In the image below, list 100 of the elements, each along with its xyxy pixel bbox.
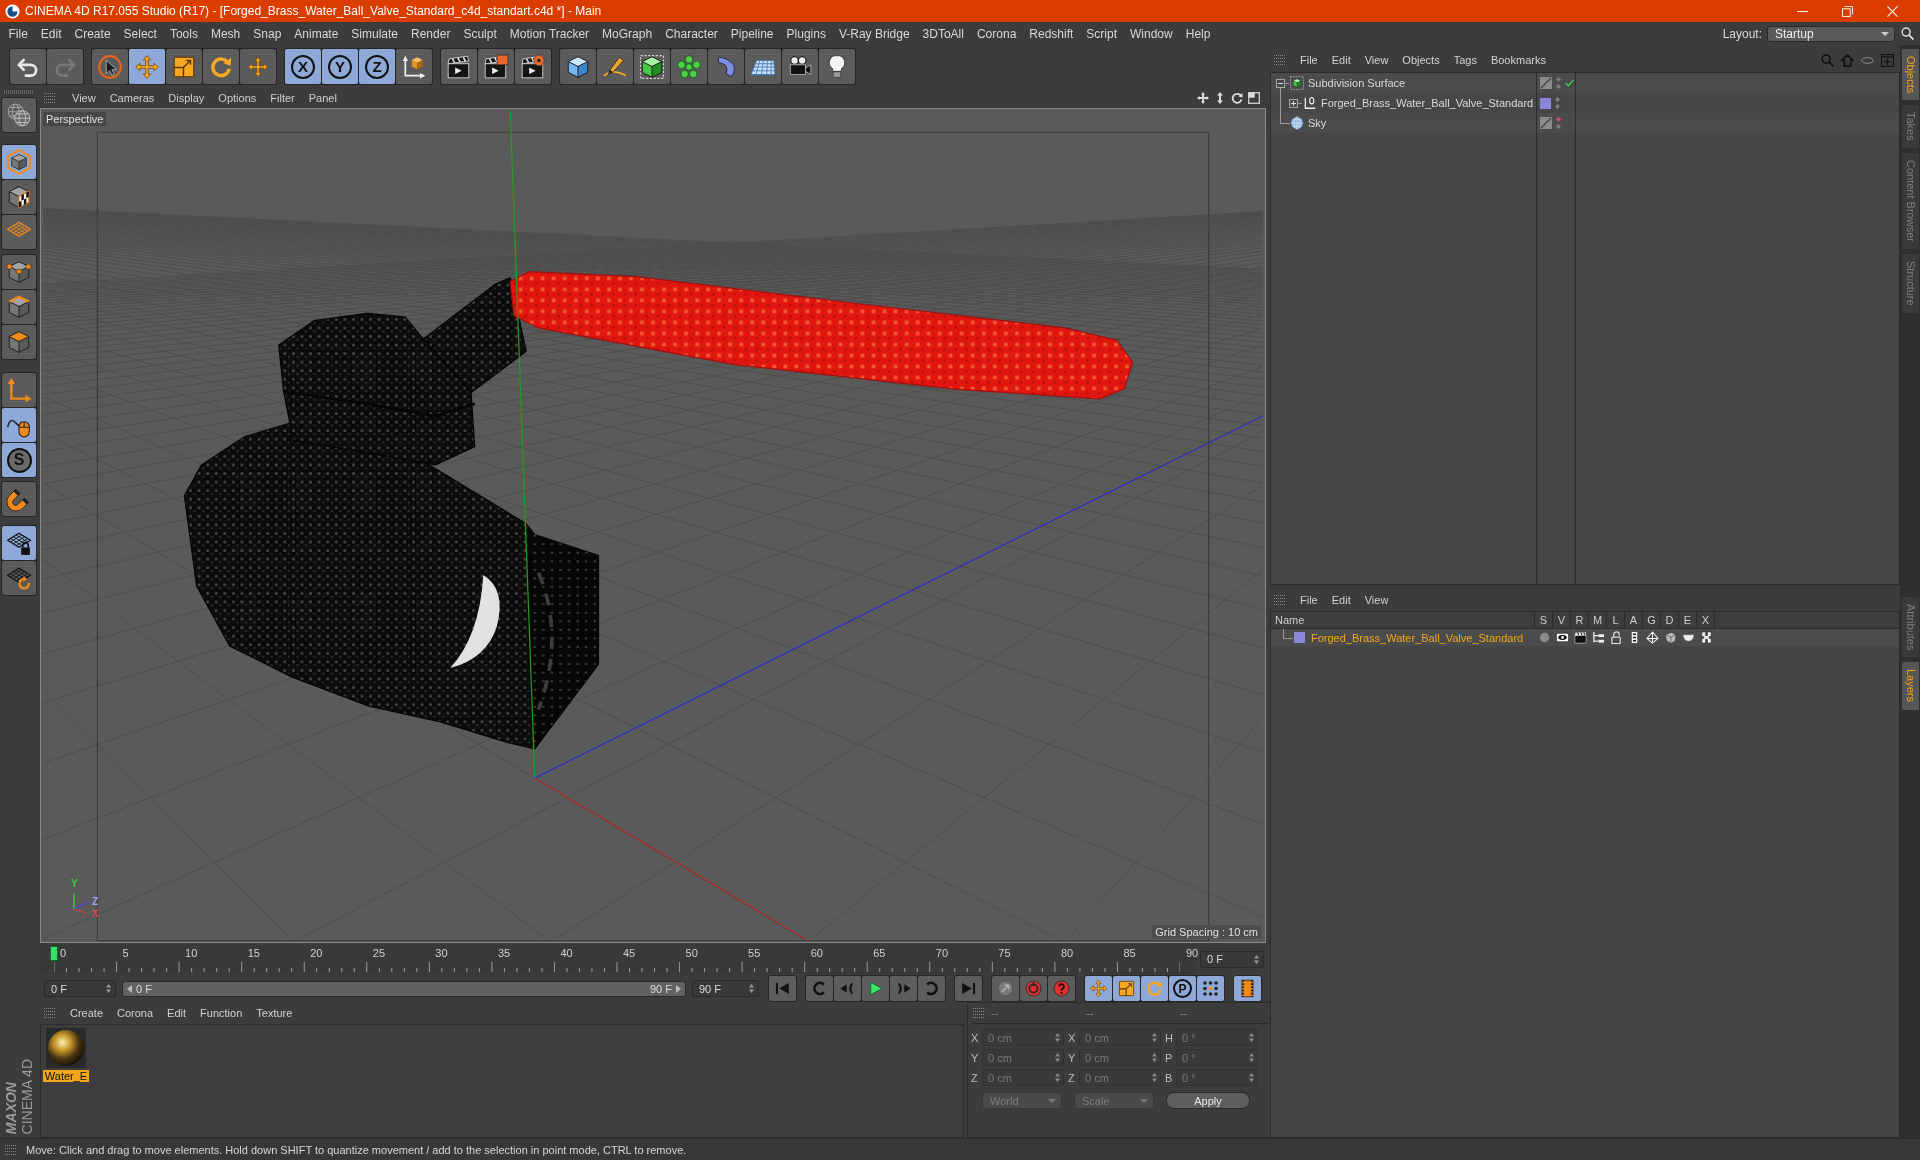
key-point-level-button[interactable] (1197, 976, 1224, 1001)
last-frame-button[interactable] (954, 975, 983, 1002)
make-editable-button[interactable] (1, 97, 37, 133)
menu-item[interactable]: Character (658, 26, 725, 41)
menu-item[interactable]: Render (404, 26, 457, 41)
left-arrow-icon[interactable] (127, 984, 132, 993)
axis-lock-button[interactable]: Y (322, 49, 358, 84)
menu-item[interactable]: Display (161, 92, 212, 104)
record-button[interactable] (1020, 976, 1047, 1001)
snap-button[interactable] (1, 481, 37, 517)
circular-arrow-icon[interactable] (1231, 92, 1243, 104)
open-padlock-icon[interactable] (1609, 631, 1623, 644)
valve-body-drawing[interactable] (183, 276, 600, 750)
preview-range-bar[interactable]: 0 F 90 F (122, 980, 686, 997)
key-parameter-button[interactable]: P (1169, 976, 1196, 1001)
menu-item[interactable]: Edit (34, 26, 69, 41)
menu-item[interactable]: View (1357, 594, 1396, 606)
panel-grip-icon[interactable] (4, 90, 34, 94)
previous-key-button[interactable] (806, 976, 833, 1001)
playhead-handle[interactable] (50, 946, 58, 961)
move-button[interactable] (129, 49, 165, 84)
panel-grip-icon[interactable] (1274, 594, 1286, 606)
menu-item[interactable]: Simulate (344, 26, 405, 41)
four-arrows-icon[interactable] (1197, 92, 1209, 104)
tweak-button[interactable] (2, 408, 36, 442)
key-position-button[interactable] (1085, 976, 1112, 1001)
menu-item[interactable]: Sculpt (456, 26, 504, 41)
keyframe-selection-button[interactable] (992, 976, 1019, 1001)
polygons-button[interactable] (2, 325, 36, 359)
menu-item[interactable]: Create (63, 1007, 111, 1019)
workplane-align-button[interactable] (2, 561, 36, 595)
panel-grip-icon[interactable] (44, 1007, 56, 1019)
edges-button[interactable] (2, 290, 36, 324)
menu-item[interactable]: Motion Tracker (503, 26, 596, 41)
ellipse-icon[interactable] (1861, 56, 1874, 64)
layer-name[interactable]: Forged_Brass_Water_Ball_Valve_Standard (1311, 631, 1524, 644)
scale-button[interactable] (166, 49, 202, 84)
no-layer-icon[interactable] (1540, 117, 1552, 129)
layer-row[interactable]: Forged_Brass_Water_Ball_Valve_Standard (1271, 629, 1899, 646)
menu-item[interactable]: Corona (970, 26, 1023, 41)
select-button[interactable] (92, 49, 128, 84)
cloner-button[interactable] (671, 49, 707, 84)
menu-item[interactable]: Redshift (1022, 26, 1080, 41)
menu-item[interactable]: Filter (263, 92, 302, 104)
panel-grip-icon[interactable] (5, 1143, 17, 1156)
menu-item[interactable]: 3DToAll (916, 26, 971, 41)
menu-item[interactable]: Pipeline (724, 26, 781, 41)
layer-color-swatch[interactable] (1294, 632, 1305, 643)
menu-item[interactable]: MoGraph (595, 26, 659, 41)
render-view-button[interactable] (441, 49, 477, 84)
bone-shape-icon[interactable] (1699, 631, 1713, 644)
cube-button[interactable] (560, 49, 596, 84)
camera-label[interactable]: Perspective (43, 112, 107, 126)
object-name[interactable]: Forged_Brass_Water_Ball_Valve_Standard (1321, 97, 1534, 109)
axis-button[interactable] (2, 373, 36, 407)
menu-item[interactable]: View (1357, 54, 1396, 66)
menu-item[interactable]: Help (1179, 26, 1217, 41)
menu-item[interactable]: Bookmarks (1483, 54, 1553, 66)
search-icon[interactable] (1901, 27, 1914, 40)
close-icon[interactable] (1887, 5, 1898, 17)
scheme-button[interactable] (1233, 975, 1262, 1002)
current-frame-field[interactable]: 0 F (1200, 950, 1264, 968)
menu-item[interactable]: V-Ray Bridge (832, 26, 917, 41)
panel-grip-icon[interactable] (1274, 54, 1286, 66)
menu-item[interactable]: View (65, 92, 103, 104)
menu-item[interactable]: Texture (249, 1007, 300, 1019)
panel-grip-icon[interactable] (973, 1007, 985, 1019)
side-tab[interactable]: Objects (1902, 49, 1919, 101)
menu-item[interactable]: Edit (160, 1007, 194, 1019)
menu-item[interactable]: Options (211, 92, 264, 104)
object-name[interactable]: Sky (1308, 117, 1327, 129)
window-icon[interactable] (1248, 92, 1260, 104)
clapperboard-icon[interactable] (1573, 631, 1587, 644)
menu-item[interactable]: Cameras (102, 92, 162, 104)
spinner-arrows-icon[interactable] (1254, 954, 1259, 964)
next-frame-button[interactable] (890, 976, 917, 1001)
panel-grip-icon[interactable] (44, 92, 56, 104)
minimize-icon[interactable] (1797, 10, 1808, 12)
menu-item[interactable]: Script (1079, 26, 1124, 41)
spinner-arrows-icon[interactable] (106, 984, 111, 993)
restore-icon[interactable] (1842, 5, 1853, 17)
menu-item[interactable]: Create (68, 26, 118, 41)
undo-button[interactable] (10, 49, 46, 84)
object-row[interactable]: Sky (1271, 113, 1899, 133)
collapse-box-icon[interactable] (1276, 78, 1285, 88)
menu-item[interactable]: Select (117, 26, 164, 41)
menu-item[interactable]: Plugins (780, 26, 833, 41)
workplane-lock-button[interactable] (2, 526, 36, 560)
floor-button[interactable] (745, 49, 781, 84)
eye-icon[interactable] (1555, 631, 1569, 644)
light-button[interactable] (819, 49, 855, 84)
dot-icon[interactable] (1537, 631, 1551, 644)
menu-item[interactable]: File (2, 26, 35, 41)
menu-item[interactable]: Objects (1395, 54, 1447, 66)
previous-frame-button[interactable] (834, 976, 861, 1001)
menu-item[interactable]: Window (1123, 26, 1180, 41)
object-name[interactable]: Subdivision Surface (1308, 77, 1406, 89)
autokey-button[interactable] (1048, 976, 1075, 1001)
play-button[interactable] (862, 976, 889, 1001)
end-frame-field[interactable]: 90 F (692, 980, 759, 997)
